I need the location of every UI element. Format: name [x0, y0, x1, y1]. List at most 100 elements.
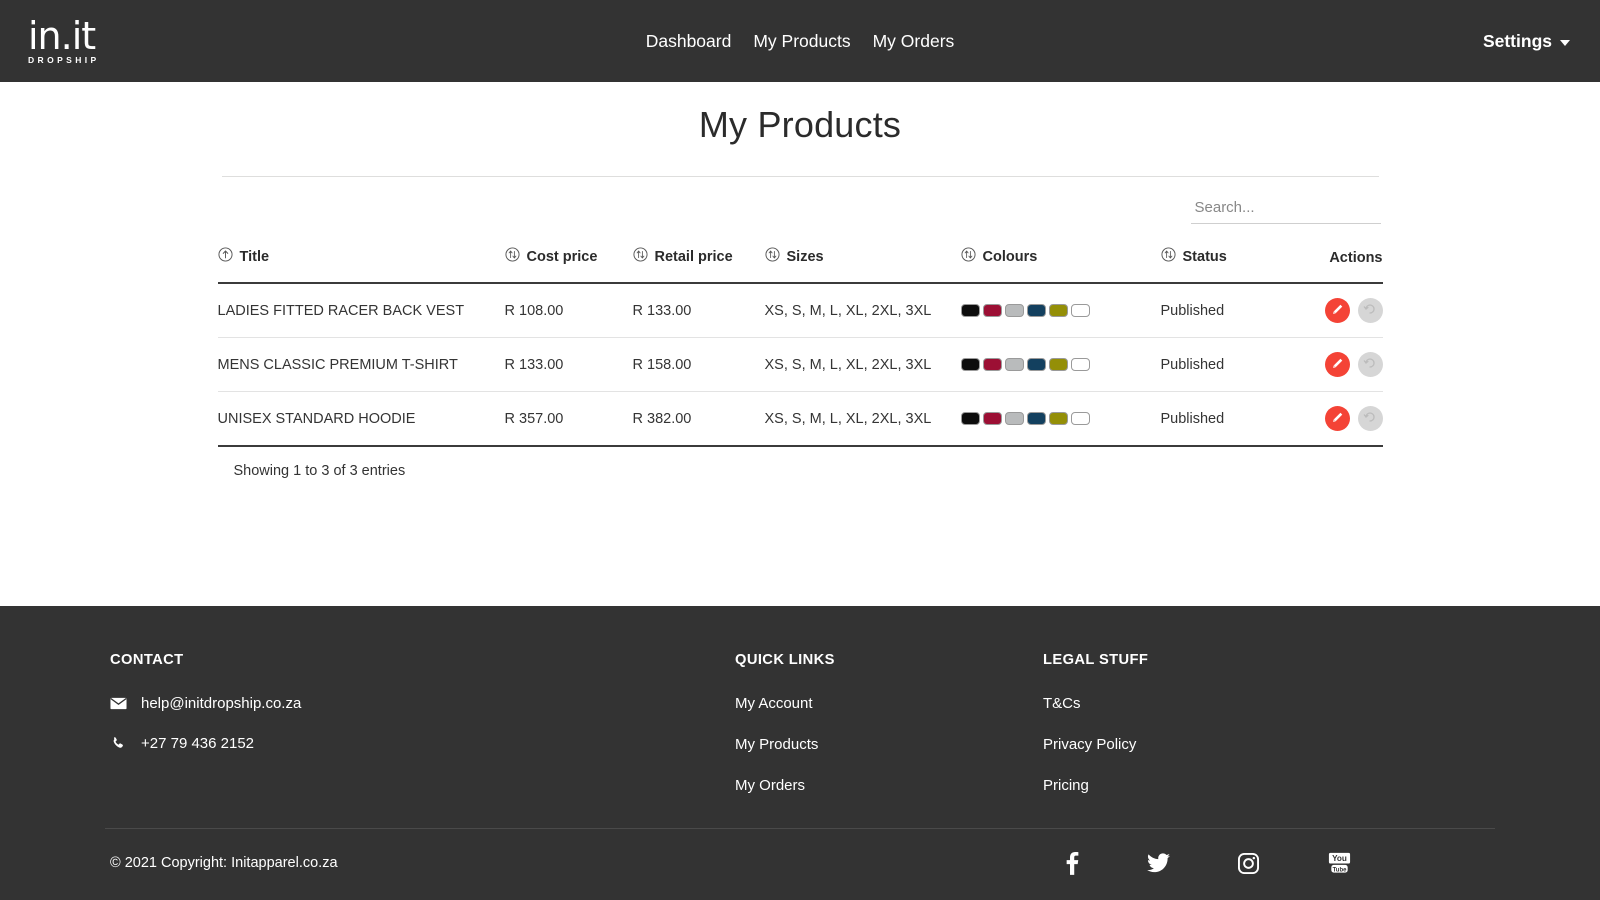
copyright-text: © 2021 Copyright: Initapparel.co.za [110, 855, 338, 871]
revert-product-button[interactable] [1357, 298, 1383, 323]
column-header-sizes-label: Sizes [786, 248, 824, 265]
colour-swatch-group [960, 304, 1161, 317]
colour-swatch-1 [982, 412, 1002, 425]
sort-updown-icon [504, 247, 520, 266]
main-content: My Products Title [0, 82, 1600, 606]
cell-status: Published [1160, 283, 1291, 338]
pencil-icon [1331, 411, 1344, 427]
social-links: You Tube [1066, 851, 1495, 875]
pencil-icon [1331, 303, 1344, 319]
cell-title: LADIES FITTED RACER BACK VEST [217, 283, 505, 338]
products-table-head: Title Cost price Retail price Sizes Colo… [217, 247, 1383, 284]
cell-actions [1290, 337, 1383, 392]
colour-swatch-4 [1048, 304, 1068, 317]
cell-colours [960, 283, 1161, 338]
envelope-icon [110, 697, 127, 710]
edit-product-button[interactable] [1324, 298, 1350, 323]
table-header-row: Title Cost price Retail price Sizes Colo… [217, 247, 1383, 284]
footer-bottom-bar: © 2021 Copyright: Initapparel.co.za You … [105, 829, 1495, 875]
sort-updown-icon [764, 247, 780, 266]
entries-info: Showing 1 to 3 of 3 entries [233, 463, 406, 479]
top-navbar: in.it DROPSHIP Dashboard My Products My … [0, 0, 1600, 82]
footer-contact-email[interactable]: help@initdropship.co.za [110, 695, 735, 712]
settings-dropdown[interactable]: Settings [1483, 31, 1570, 52]
search-input[interactable] [1190, 195, 1381, 224]
facebook-icon[interactable] [1066, 851, 1079, 875]
nav-link-dashboard[interactable]: Dashboard [646, 31, 732, 52]
instagram-icon[interactable] [1238, 852, 1259, 874]
cell-title: MENS CLASSIC PREMIUM T-SHIRT [217, 337, 505, 392]
brand-logo-main: in.it [28, 14, 96, 59]
colour-swatch-1 [982, 304, 1002, 317]
column-header-cost-price[interactable]: Cost price [504, 247, 633, 284]
svg-text:You: You [1332, 854, 1347, 863]
cell-sizes: XS, S, M, L, XL, 2XL, 3XL [764, 283, 961, 338]
column-header-actions-label: Actions [1329, 250, 1383, 266]
search-row [218, 195, 1383, 224]
column-header-status[interactable]: Status [1160, 247, 1291, 284]
footer-column-legal: LEGAL STUFF T&Cs Privacy Policy Pricing [1043, 652, 1343, 818]
cell-title: UNISEX STANDARD HOODIE [217, 391, 505, 447]
column-header-retail-price-label: Retail price [654, 248, 733, 265]
column-header-colours[interactable]: Colours [960, 247, 1161, 284]
footer-contact-phone[interactable]: +27 79 436 2152 [110, 735, 735, 752]
column-header-colours-label: Colours [982, 248, 1038, 265]
column-header-sizes[interactable]: Sizes [764, 247, 961, 284]
footer-columns: CONTACT help@initdropship.co.za +27 79 4… [105, 606, 1495, 818]
footer-link-my-account[interactable]: My Account [735, 695, 1043, 712]
footer-link-privacy-policy[interactable]: Privacy Policy [1043, 736, 1343, 753]
cell-cost-price: R 108.00 [504, 283, 633, 338]
pencil-icon [1331, 357, 1344, 373]
column-header-cost-price-label: Cost price [526, 248, 598, 265]
table-row: MENS CLASSIC PREMIUM T-SHIRT R 133.00 R … [217, 337, 1383, 392]
colour-swatch-1 [982, 358, 1002, 371]
twitter-icon[interactable] [1147, 853, 1170, 873]
footer-link-my-orders[interactable]: My Orders [735, 777, 1043, 794]
sort-asc-icon [217, 247, 233, 266]
column-header-retail-price[interactable]: Retail price [632, 247, 765, 284]
nav-link-my-orders[interactable]: My Orders [873, 31, 955, 52]
sort-updown-icon [632, 247, 648, 266]
footer-link-my-products[interactable]: My Products [735, 736, 1043, 753]
cell-actions [1290, 391, 1383, 447]
settings-label: Settings [1482, 30, 1552, 51]
footer-link-pricing[interactable]: Pricing [1043, 777, 1343, 794]
brand-logo[interactable]: in.it DROPSHIP [28, 17, 114, 65]
svg-text:Tube: Tube [1333, 867, 1347, 873]
colour-swatch-3 [1026, 358, 1046, 371]
edit-product-button[interactable] [1324, 352, 1350, 377]
products-table-body: LADIES FITTED RACER BACK VEST R 108.00 R… [217, 283, 1383, 447]
edit-product-button[interactable] [1324, 406, 1350, 431]
colour-swatch-group [960, 358, 1161, 371]
colour-swatch-4 [1048, 358, 1068, 371]
colour-swatch-0 [960, 358, 980, 371]
nav-link-my-products[interactable]: My Products [753, 31, 850, 52]
colour-swatch-5 [1070, 304, 1090, 317]
cell-cost-price: R 133.00 [504, 337, 633, 392]
youtube-icon[interactable]: You Tube [1327, 852, 1352, 874]
products-table: Title Cost price Retail price Sizes Colo… [217, 247, 1383, 447]
sort-updown-icon [960, 247, 976, 266]
cell-cost-price: R 357.00 [504, 391, 633, 447]
revert-product-button[interactable] [1357, 352, 1383, 377]
colour-swatch-5 [1070, 358, 1090, 371]
colour-swatch-group [960, 412, 1161, 425]
cell-status: Published [1160, 337, 1291, 392]
footer-heading-legal: LEGAL STUFF [1043, 652, 1149, 668]
colour-swatch-0 [960, 412, 980, 425]
colour-swatch-4 [1048, 412, 1068, 425]
cell-actions [1290, 283, 1383, 338]
chevron-down-icon [1560, 39, 1570, 46]
brand-logo-sub: DROPSHIP [28, 55, 100, 66]
footer-link-tcs[interactable]: T&Cs [1043, 695, 1343, 712]
undo-icon [1363, 356, 1377, 373]
colour-swatch-3 [1026, 412, 1046, 425]
table-row: LADIES FITTED RACER BACK VEST R 108.00 R… [217, 283, 1383, 338]
page-title: My Products [698, 104, 902, 145]
site-footer: CONTACT help@initdropship.co.za +27 79 4… [0, 606, 1600, 900]
footer-contact-email-label: help@initdropship.co.za [141, 695, 302, 712]
table-row: UNISEX STANDARD HOODIE R 357.00 R 382.00… [217, 391, 1383, 447]
products-table-container: Title Cost price [217, 177, 1383, 479]
column-header-title[interactable]: Title [217, 247, 505, 284]
revert-product-button[interactable] [1357, 406, 1383, 431]
